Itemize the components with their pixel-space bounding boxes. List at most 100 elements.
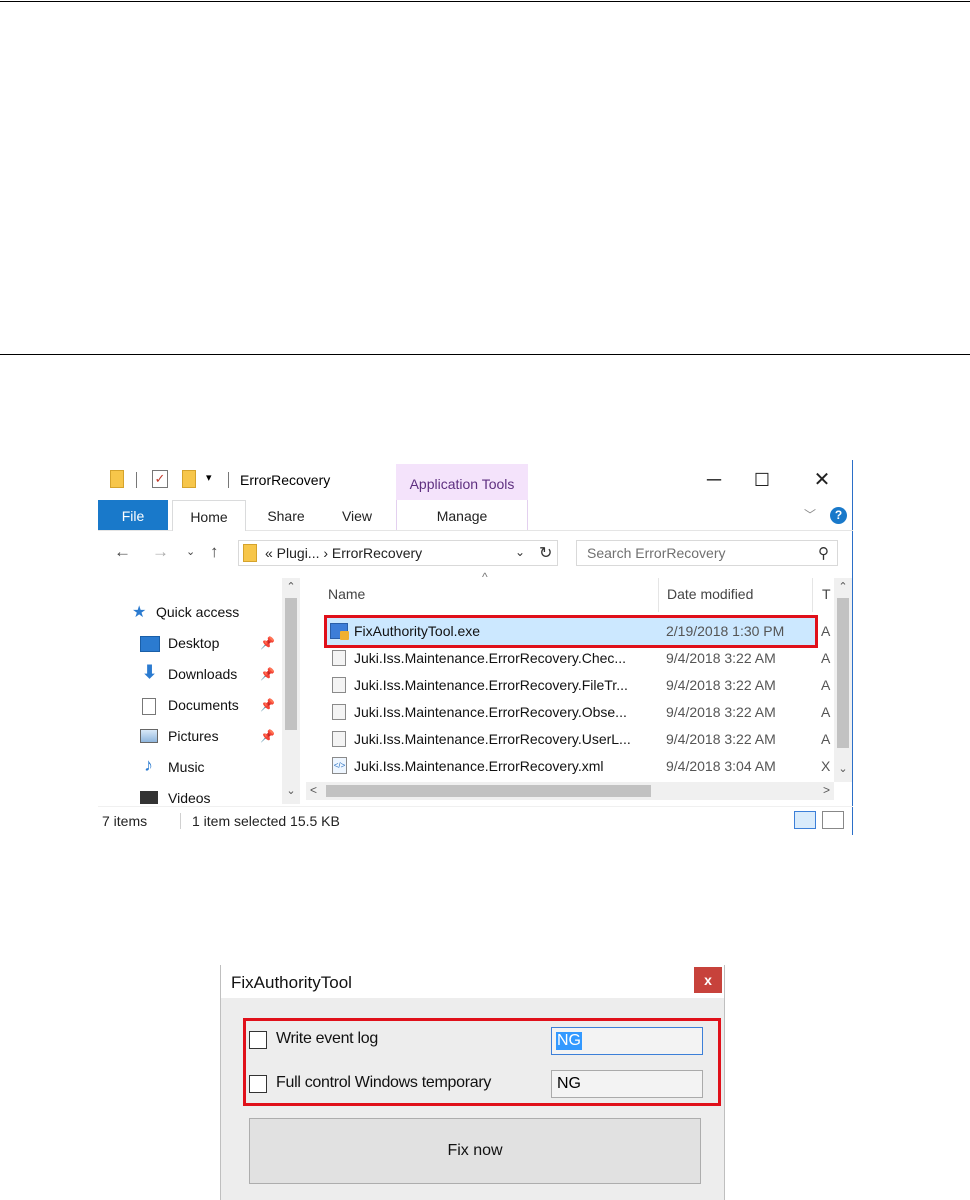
status-selection: 1 item selected 15.5 KB	[192, 813, 340, 829]
scrollbar-thumb[interactable]	[285, 598, 297, 730]
minimize-icon[interactable]: ─	[694, 466, 734, 494]
new-folder-icon[interactable]	[182, 470, 196, 488]
navigation-scrollbar[interactable]: ⌃ ⌄	[282, 578, 300, 804]
scroll-down-icon[interactable]: ⌄	[282, 784, 300, 797]
tab-share[interactable]: Share	[258, 500, 314, 530]
tab-view[interactable]: View	[330, 500, 384, 530]
up-arrow-icon[interactable]: ↑	[210, 542, 219, 562]
folder-icon[interactable]	[110, 470, 124, 488]
search-placeholder: Search ErrorRecovery	[587, 545, 726, 561]
search-icon[interactable]: ⚲	[818, 544, 829, 562]
scrollbar-thumb[interactable]	[326, 785, 651, 797]
file-date: 9/4/2018 3:04 AM	[666, 758, 776, 774]
expand-ribbon-chevron-icon[interactable]: ﹀	[804, 506, 816, 523]
breadcrumb[interactable]: « Plugi... › ErrorRecovery	[265, 545, 422, 561]
file-date: 9/4/2018 3:22 AM	[666, 677, 776, 693]
pin-icon[interactable]: 📌	[260, 636, 275, 650]
file-row[interactable]: </> Juki.Iss.Maintenance.ErrorRecovery.x…	[326, 753, 830, 780]
scrollbar-thumb[interactable]	[837, 598, 849, 748]
column-header-date-modified[interactable]: Date modified	[667, 586, 753, 618]
pictures-icon	[140, 729, 158, 743]
dialog-title: FixAuthorityTool	[231, 973, 352, 992]
ribbon-tabs: File Home Share View Manage ﹀ ?	[98, 500, 853, 531]
status-bar: 7 items 1 item selected 15.5 KB	[98, 806, 853, 835]
file-row[interactable]: Juki.Iss.Maintenance.ErrorRecovery.FileT…	[326, 672, 830, 699]
document-icon	[142, 698, 156, 715]
address-bar[interactable]: « Plugi... › ErrorRecovery ⌄ ↻	[238, 540, 558, 566]
address-row: ← → ⌄ ↑ « Plugi... › ErrorRecovery ⌄ ↻ S…	[98, 538, 853, 570]
fix-now-button[interactable]: Fix now	[249, 1118, 701, 1184]
separator-rule	[0, 354, 970, 355]
film-icon	[140, 791, 158, 804]
file-date: 9/4/2018 3:22 AM	[666, 704, 776, 720]
navigation-pane: ★ Quick access Desktop 📌 ⬇ Downloads 📌 D…	[98, 578, 302, 804]
maximize-icon[interactable]: ☐	[742, 466, 782, 494]
file-type: A	[821, 623, 831, 639]
scroll-down-icon[interactable]: ⌄	[834, 762, 852, 775]
file-type: X	[821, 758, 831, 774]
fix-authority-dialog: FixAuthorityTool x Write event log NG Fu…	[220, 965, 725, 1200]
tab-manage[interactable]: Manage	[396, 500, 528, 530]
column-divider[interactable]	[658, 578, 659, 612]
nav-item-label: Documents	[168, 697, 239, 713]
status-item-count: 7 items	[102, 813, 148, 829]
search-input[interactable]: Search ErrorRecovery ⚲	[576, 540, 838, 566]
file-name: Juki.Iss.Maintenance.ErrorRecovery.UserL…	[354, 731, 631, 747]
dll-file-icon	[332, 650, 346, 666]
help-icon[interactable]: ?	[830, 507, 847, 524]
file-type: A	[821, 650, 831, 666]
xml-file-icon: </>	[332, 757, 347, 774]
nav-item-desktop[interactable]: Desktop 📌	[98, 631, 283, 657]
scroll-up-icon[interactable]: ⌃	[282, 580, 300, 593]
close-icon[interactable]: x	[694, 967, 722, 993]
file-row[interactable]: Juki.Iss.Maintenance.ErrorRecovery.Obse.…	[326, 699, 830, 726]
divider	[180, 813, 181, 829]
nav-item-documents[interactable]: Documents 📌	[98, 693, 283, 719]
file-date: 9/4/2018 3:22 AM	[666, 650, 776, 666]
nav-item-videos[interactable]: Videos	[98, 786, 283, 804]
file-row[interactable]: Juki.Iss.Maintenance.ErrorRecovery.UserL…	[326, 726, 830, 753]
column-header-name[interactable]: Name	[328, 586, 365, 618]
properties-check-icon[interactable]: ✓	[152, 470, 168, 488]
scroll-right-icon[interactable]: >	[823, 783, 830, 797]
nav-item-downloads[interactable]: ⬇ Downloads 📌	[98, 662, 283, 688]
pin-icon[interactable]: 📌	[260, 698, 275, 712]
file-row[interactable]: Juki.Iss.Maintenance.ErrorRecovery.Chec.…	[326, 645, 830, 672]
column-divider[interactable]	[812, 578, 813, 612]
customize-qat-icon[interactable]: ▾	[206, 471, 212, 484]
sort-ascending-icon: ^	[482, 570, 488, 584]
close-icon[interactable]: ✕	[802, 466, 842, 494]
pin-icon[interactable]: 📌	[260, 667, 275, 681]
file-name: Juki.Iss.Maintenance.ErrorRecovery.Obse.…	[354, 704, 627, 720]
scroll-left-icon[interactable]: <	[310, 783, 317, 797]
recent-locations-chevron-icon[interactable]: ⌄	[186, 545, 195, 558]
nav-item-pictures[interactable]: Pictures 📌	[98, 724, 283, 750]
divider	[228, 472, 229, 488]
scroll-up-icon[interactable]: ⌃	[834, 580, 852, 593]
top-rule	[0, 1, 970, 2]
highlight-selected-file	[324, 615, 818, 648]
music-note-icon: ♪	[144, 755, 153, 775]
nav-item-label: Downloads	[168, 666, 238, 682]
nav-item-quick-access[interactable]: ★ Quick access	[98, 600, 283, 626]
file-date: 9/4/2018 3:22 AM	[666, 731, 776, 747]
large-icons-view-icon[interactable]	[822, 811, 844, 829]
details-view-icon[interactable]	[794, 811, 816, 829]
tab-home[interactable]: Home	[172, 500, 246, 531]
divider	[136, 472, 137, 488]
file-type: A	[821, 731, 831, 747]
file-list-vertical-scrollbar[interactable]: ⌃ ⌄	[834, 578, 852, 782]
tab-file[interactable]: File	[98, 500, 168, 530]
file-name: Juki.Iss.Maintenance.ErrorRecovery.FileT…	[354, 677, 628, 693]
back-arrow-icon[interactable]: ←	[114, 542, 131, 562]
column-header-type[interactable]: T	[822, 586, 831, 618]
file-type: A	[821, 704, 831, 720]
dialog-title-bar: FixAuthorityTool x	[221, 965, 724, 998]
desktop-icon	[140, 636, 160, 652]
forward-arrow-icon[interactable]: →	[152, 542, 169, 562]
pin-icon[interactable]: 📌	[260, 729, 275, 743]
refresh-icon[interactable]: ↻	[539, 543, 552, 563]
file-list-horizontal-scrollbar[interactable]: < >	[306, 782, 834, 800]
nav-item-music[interactable]: ♪ Music	[98, 755, 283, 781]
address-dropdown-chevron-icon[interactable]: ⌄	[515, 545, 525, 559]
